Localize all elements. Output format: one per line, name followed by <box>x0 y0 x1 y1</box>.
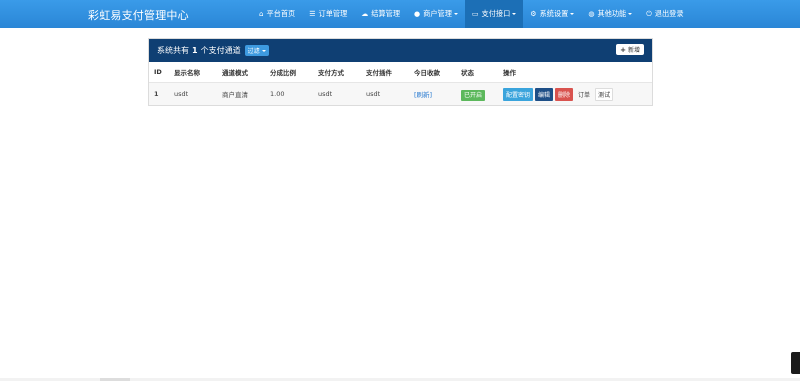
channel-count: 1 <box>192 46 198 55</box>
config-key-button[interactable]: 配置密钥 <box>503 87 534 101</box>
nav-label: 退出登录 <box>654 9 684 18</box>
add-channel-button[interactable]: + 新增 <box>616 44 644 55</box>
table-row: 1 usdt 商户直清 1.00 usdt usdt [刷新] 已开启 配置密钥… <box>149 82 652 105</box>
col-status: 状态 <box>456 62 498 83</box>
nav-label: 支付接口 <box>481 9 511 18</box>
filter-label: 过滤 <box>247 48 260 55</box>
status-badge[interactable]: 已开启 <box>461 89 486 101</box>
chevron-down-icon <box>512 13 517 15</box>
cloud-icon: ☁ <box>361 10 369 18</box>
col-today: 今日收款 <box>409 62 456 83</box>
nav-orders[interactable]: ☰ 订单管理 <box>302 0 354 28</box>
main-nav: ⌂ 平台首页 ☰ 订单管理 ☁ 结算管理 ● 商户管理 ▭ 支付接口 ⚙ 系统设… <box>252 0 691 28</box>
cell-plugin: usdt <box>361 82 409 105</box>
home-icon: ⌂ <box>259 10 264 18</box>
nav-label: 其他功能 <box>597 9 627 18</box>
filter-dropdown-button[interactable]: 过滤 <box>244 45 269 56</box>
nav-label: 订单管理 <box>318 9 348 18</box>
nav-payment-interfaces[interactable]: ▭ 支付接口 <box>464 0 524 28</box>
col-mode: 通道模式 <box>217 62 265 83</box>
list-icon: ☰ <box>309 10 316 18</box>
delete-button[interactable]: 删除 <box>555 87 574 101</box>
col-id: ID <box>149 62 169 83</box>
title-prefix: 系统共有 <box>157 46 189 55</box>
cell-status: 已开启 <box>456 82 498 105</box>
title-suffix: 个支付通道 <box>200 46 241 55</box>
cell-mode: 商户直清 <box>217 82 265 105</box>
cell-today: [刷新] <box>409 82 456 105</box>
panel-header: 系统共有 1 个支付通道 过滤 + 新增 <box>149 39 652 62</box>
panel-title: 系统共有 1 个支付通道 过滤 <box>157 45 269 56</box>
nav-label: 商户管理 <box>423 9 452 18</box>
cell-actions: 配置密钥 编辑 删除 订单 测试 <box>498 82 652 105</box>
nav-label: 平台首页 <box>266 9 296 18</box>
nav-label: 结算管理 <box>371 9 401 18</box>
cell-rate: 1.00 <box>265 82 313 105</box>
cell-name: usdt <box>169 82 217 105</box>
nav-home[interactable]: ⌂ 平台首页 <box>252 0 302 28</box>
col-rate: 分成比例 <box>265 62 313 83</box>
col-actions: 操作 <box>498 62 652 83</box>
nav-logout[interactable]: ⏻ 退出登录 <box>639 0 690 28</box>
chevron-down-icon <box>628 13 633 15</box>
globe-icon: ◍ <box>588 10 595 18</box>
col-name: 显示名称 <box>169 62 217 83</box>
nav-settlement[interactable]: ☁ 结算管理 <box>354 0 407 28</box>
chevron-down-icon <box>570 13 575 15</box>
user-icon: ● <box>414 10 421 18</box>
refresh-link[interactable]: [刷新] <box>414 91 432 99</box>
brand-title[interactable]: 彩虹易支付管理中心 <box>88 7 189 23</box>
col-type: 支付方式 <box>313 62 361 83</box>
channels-table: ID 显示名称 通道模式 分成比例 支付方式 支付插件 今日收款 状态 操作 1… <box>149 62 652 105</box>
top-navbar: 彩虹易支付管理中心 ⌂ 平台首页 ☰ 订单管理 ☁ 结算管理 ● 商户管理 ▭ … <box>0 0 800 28</box>
plus-icon: + <box>620 45 626 54</box>
orders-button[interactable]: 订单 <box>575 88 593 101</box>
nav-other-functions[interactable]: ◍ 其他功能 <box>581 0 639 28</box>
add-label: 新增 <box>627 47 640 54</box>
edit-button[interactable]: 编辑 <box>535 87 554 101</box>
credit-card-icon: ▭ <box>471 10 479 18</box>
cell-id: 1 <box>149 82 169 105</box>
cell-type: usdt <box>313 82 361 105</box>
nav-merchants[interactable]: ● 商户管理 <box>407 0 465 28</box>
chevron-down-icon <box>261 49 266 52</box>
power-icon: ⏻ <box>646 9 652 18</box>
nav-label: 系统设置 <box>539 9 569 18</box>
floating-side-widget[interactable] <box>791 352 800 374</box>
col-plugin: 支付插件 <box>361 62 409 83</box>
nav-system-settings[interactable]: ⚙ 系统设置 <box>523 0 581 28</box>
channels-panel: 系统共有 1 个支付通道 过滤 + 新增 ID 显示名称 通道模式 分成比例 支… <box>148 38 653 106</box>
gear-icon: ⚙ <box>530 10 537 18</box>
test-button[interactable]: 测试 <box>595 87 614 101</box>
chevron-down-icon <box>453 13 458 15</box>
table-header-row: ID 显示名称 通道模式 分成比例 支付方式 支付插件 今日收款 状态 操作 <box>149 62 652 83</box>
